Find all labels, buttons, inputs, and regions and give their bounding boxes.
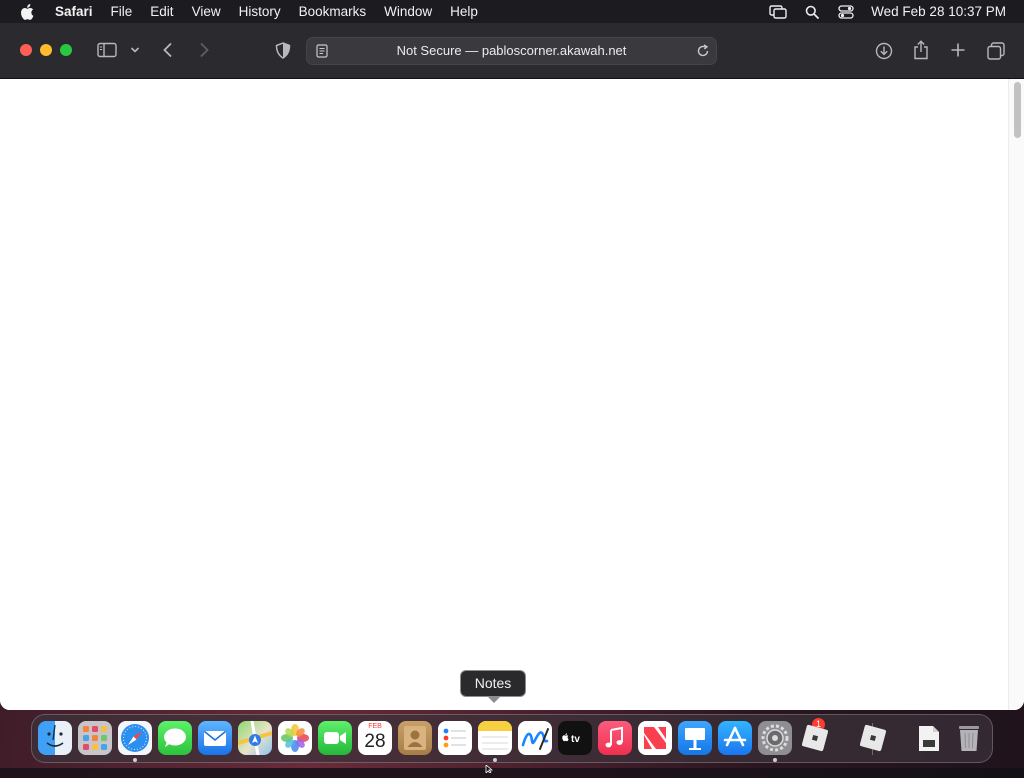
menu-edit[interactable]: Edit [141, 0, 182, 23]
reminders-app-icon[interactable] [438, 721, 472, 755]
menu-help[interactable]: Help [441, 0, 487, 23]
freeform-app-icon[interactable] [518, 721, 552, 755]
keynote-app-icon[interactable] [678, 721, 712, 755]
close-window-button[interactable] [20, 44, 32, 56]
photos-app-icon[interactable] [278, 721, 312, 755]
vertical-scrollbar[interactable] [1008, 79, 1024, 710]
finder-app-icon[interactable] [38, 721, 72, 755]
share-icon[interactable] [913, 40, 929, 60]
screen-mirroring-icon[interactable] [769, 4, 787, 20]
svg-text:tv: tv [571, 734, 580, 745]
reload-icon[interactable] [696, 44, 710, 63]
web-page-content[interactable] [0, 79, 1024, 710]
downloads-icon[interactable] [875, 42, 893, 60]
dock-tooltip-arrow [487, 696, 501, 703]
news-app-icon[interactable] [638, 721, 672, 755]
minimize-window-button[interactable] [40, 44, 52, 56]
menu-bookmarks[interactable]: Bookmarks [290, 0, 376, 23]
messages-app-icon[interactable] [158, 721, 192, 755]
back-arrow-icon[interactable] [162, 42, 174, 58]
tab-overview-icon[interactable] [987, 42, 1005, 60]
notes-app-icon[interactable] [478, 721, 512, 755]
sidebar-toggle-icon[interactable] [97, 42, 117, 58]
menu-app-name[interactable]: Safari [46, 0, 102, 23]
browser-toolbar: Not Secure — pabloscorner.akawah.net [0, 23, 1024, 79]
dock-tooltip: Notes [460, 670, 526, 697]
facetime-app-icon[interactable] [318, 721, 352, 755]
music-app-icon[interactable] [598, 721, 632, 755]
new-tab-plus-icon[interactable] [950, 42, 966, 58]
system-settings-app-icon[interactable] [758, 721, 792, 755]
roblox-studio-app-icon[interactable] [856, 721, 890, 755]
mouse-cursor-icon [485, 760, 494, 778]
calendar-day-label: 28 [364, 731, 386, 752]
documents-folder-icon[interactable] [912, 721, 946, 755]
tab-groups-chevron-down-icon[interactable] [130, 46, 140, 54]
menu-clock[interactable]: Wed Feb 28 10:37 PM [871, 4, 1006, 19]
launchpad-app-icon[interactable] [78, 721, 112, 755]
safari-running-indicator [133, 758, 137, 762]
zoom-window-button[interactable] [60, 44, 72, 56]
menu-bar: Safari File Edit View History Bookmarks … [0, 0, 1024, 23]
menu-file[interactable]: File [102, 0, 142, 23]
app-store-app-icon[interactable] [718, 721, 752, 755]
safari-window: Not Secure — pabloscorner.akawah.net [0, 23, 1024, 710]
menu-window[interactable]: Window [375, 0, 441, 23]
contacts-app-icon[interactable] [398, 721, 432, 755]
forward-arrow-icon[interactable] [198, 42, 210, 58]
calendar-app-icon[interactable]: FEB 28 [358, 721, 392, 755]
mail-app-icon[interactable] [198, 721, 232, 755]
safari-app-icon[interactable] [118, 721, 152, 755]
privacy-shield-icon[interactable] [275, 42, 291, 59]
address-bar-url[interactable]: Not Secure — pabloscorner.akawah.net [307, 38, 716, 64]
apple-menu-icon[interactable] [20, 3, 34, 20]
spotlight-search-icon[interactable] [803, 4, 821, 20]
notes-running-indicator [493, 758, 497, 762]
menu-history[interactable]: History [230, 0, 290, 23]
settings-running-indicator [773, 758, 777, 762]
dock: FEB 28 tv 1 [31, 714, 993, 763]
calendar-month-label: FEB [368, 723, 382, 730]
maps-app-icon[interactable] [238, 721, 272, 755]
tv-app-icon[interactable]: tv [558, 721, 592, 755]
roblox-app-icon[interactable] [798, 721, 832, 755]
address-bar[interactable]: Not Secure — pabloscorner.akawah.net [306, 37, 717, 65]
scrollbar-thumb[interactable] [1014, 82, 1021, 138]
trash-icon[interactable] [952, 721, 986, 755]
control-center-icon[interactable] [837, 4, 855, 20]
menu-view[interactable]: View [183, 0, 230, 23]
